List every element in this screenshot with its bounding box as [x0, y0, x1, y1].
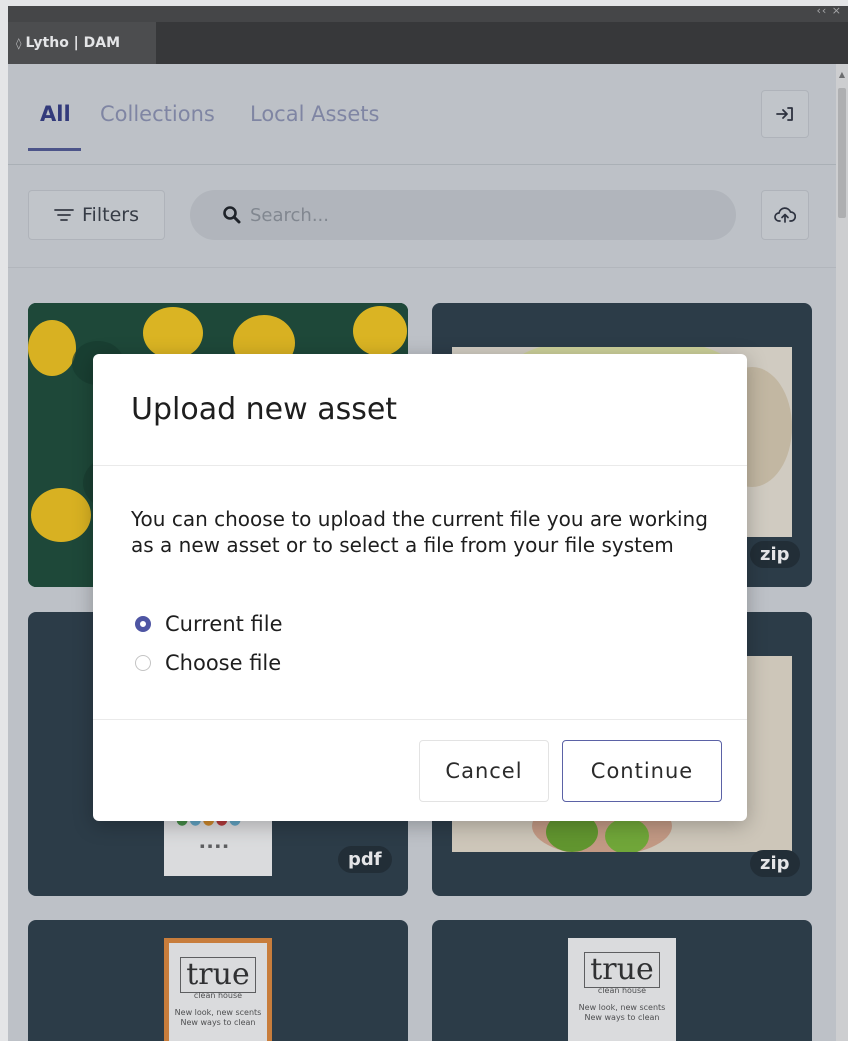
dialog-description: You can choose to upload the current fil… — [131, 507, 708, 557]
divider — [93, 465, 747, 466]
cancel-button[interactable]: Cancel — [419, 740, 549, 802]
divider — [93, 719, 747, 720]
radio-choose-file[interactable]: Choose file — [135, 651, 281, 675]
radio-unchecked-icon[interactable] — [135, 655, 151, 671]
continue-button[interactable]: Continue — [562, 740, 722, 802]
radio-label: Choose file — [165, 651, 282, 675]
radio-current-file[interactable]: Current file — [135, 612, 283, 636]
dialog-title: Upload new asset — [131, 392, 398, 427]
radio-checked-icon[interactable] — [135, 616, 151, 632]
upload-dialog: Upload new asset You can choose to uploa… — [93, 354, 747, 821]
radio-label: Current file — [165, 612, 283, 636]
